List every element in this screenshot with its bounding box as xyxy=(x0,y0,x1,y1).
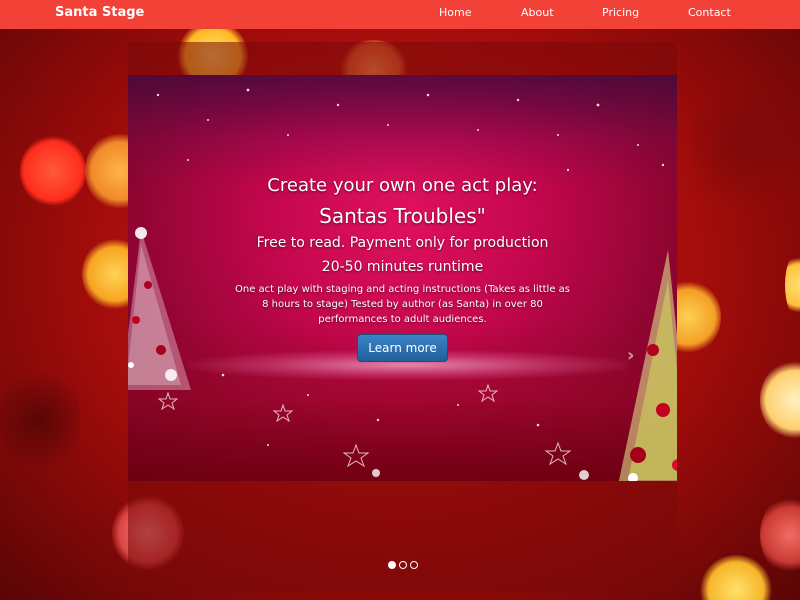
nav-link-about[interactable]: About xyxy=(521,6,554,19)
nav-link-contact[interactable]: Contact xyxy=(688,6,731,19)
carousel-indicator-3[interactable] xyxy=(410,561,418,569)
runtime-note: 20-50 minutes runtime xyxy=(321,259,484,275)
bokeh-light xyxy=(20,135,86,207)
carousel-slide: Create your own one act play: Santas Tro… xyxy=(128,75,677,481)
play-title: Santas Troubles" xyxy=(319,204,486,228)
chevron-right-icon[interactable]: › xyxy=(627,345,634,366)
bokeh-light xyxy=(0,360,80,480)
carousel-indicator-2[interactable] xyxy=(399,561,407,569)
bokeh-light xyxy=(785,250,800,320)
hero-carousel: Create your own one act play: Santas Tro… xyxy=(128,42,677,592)
slide-headline: Create your own one act play: xyxy=(267,175,538,196)
bokeh-light xyxy=(690,70,800,220)
slide-caption: Create your own one act play: Santas Tro… xyxy=(128,175,677,362)
nav-link-pricing[interactable]: Pricing xyxy=(602,6,639,19)
pricing-note: Free to read. Payment only for productio… xyxy=(256,235,549,251)
bokeh-light xyxy=(760,360,800,440)
carousel-indicator-1[interactable] xyxy=(388,561,396,569)
bokeh-light xyxy=(700,555,772,600)
brand-link[interactable]: Santa Stage xyxy=(55,5,144,20)
carousel-indicators xyxy=(388,561,418,571)
slide-description: One act play with staging and acting ins… xyxy=(235,284,570,325)
bokeh-light xyxy=(760,495,800,575)
nav-link-home[interactable]: Home xyxy=(439,6,471,19)
learn-more-button[interactable]: Learn more xyxy=(357,334,448,362)
top-navbar: Santa Stage Home About Pricing Contact xyxy=(0,0,800,29)
